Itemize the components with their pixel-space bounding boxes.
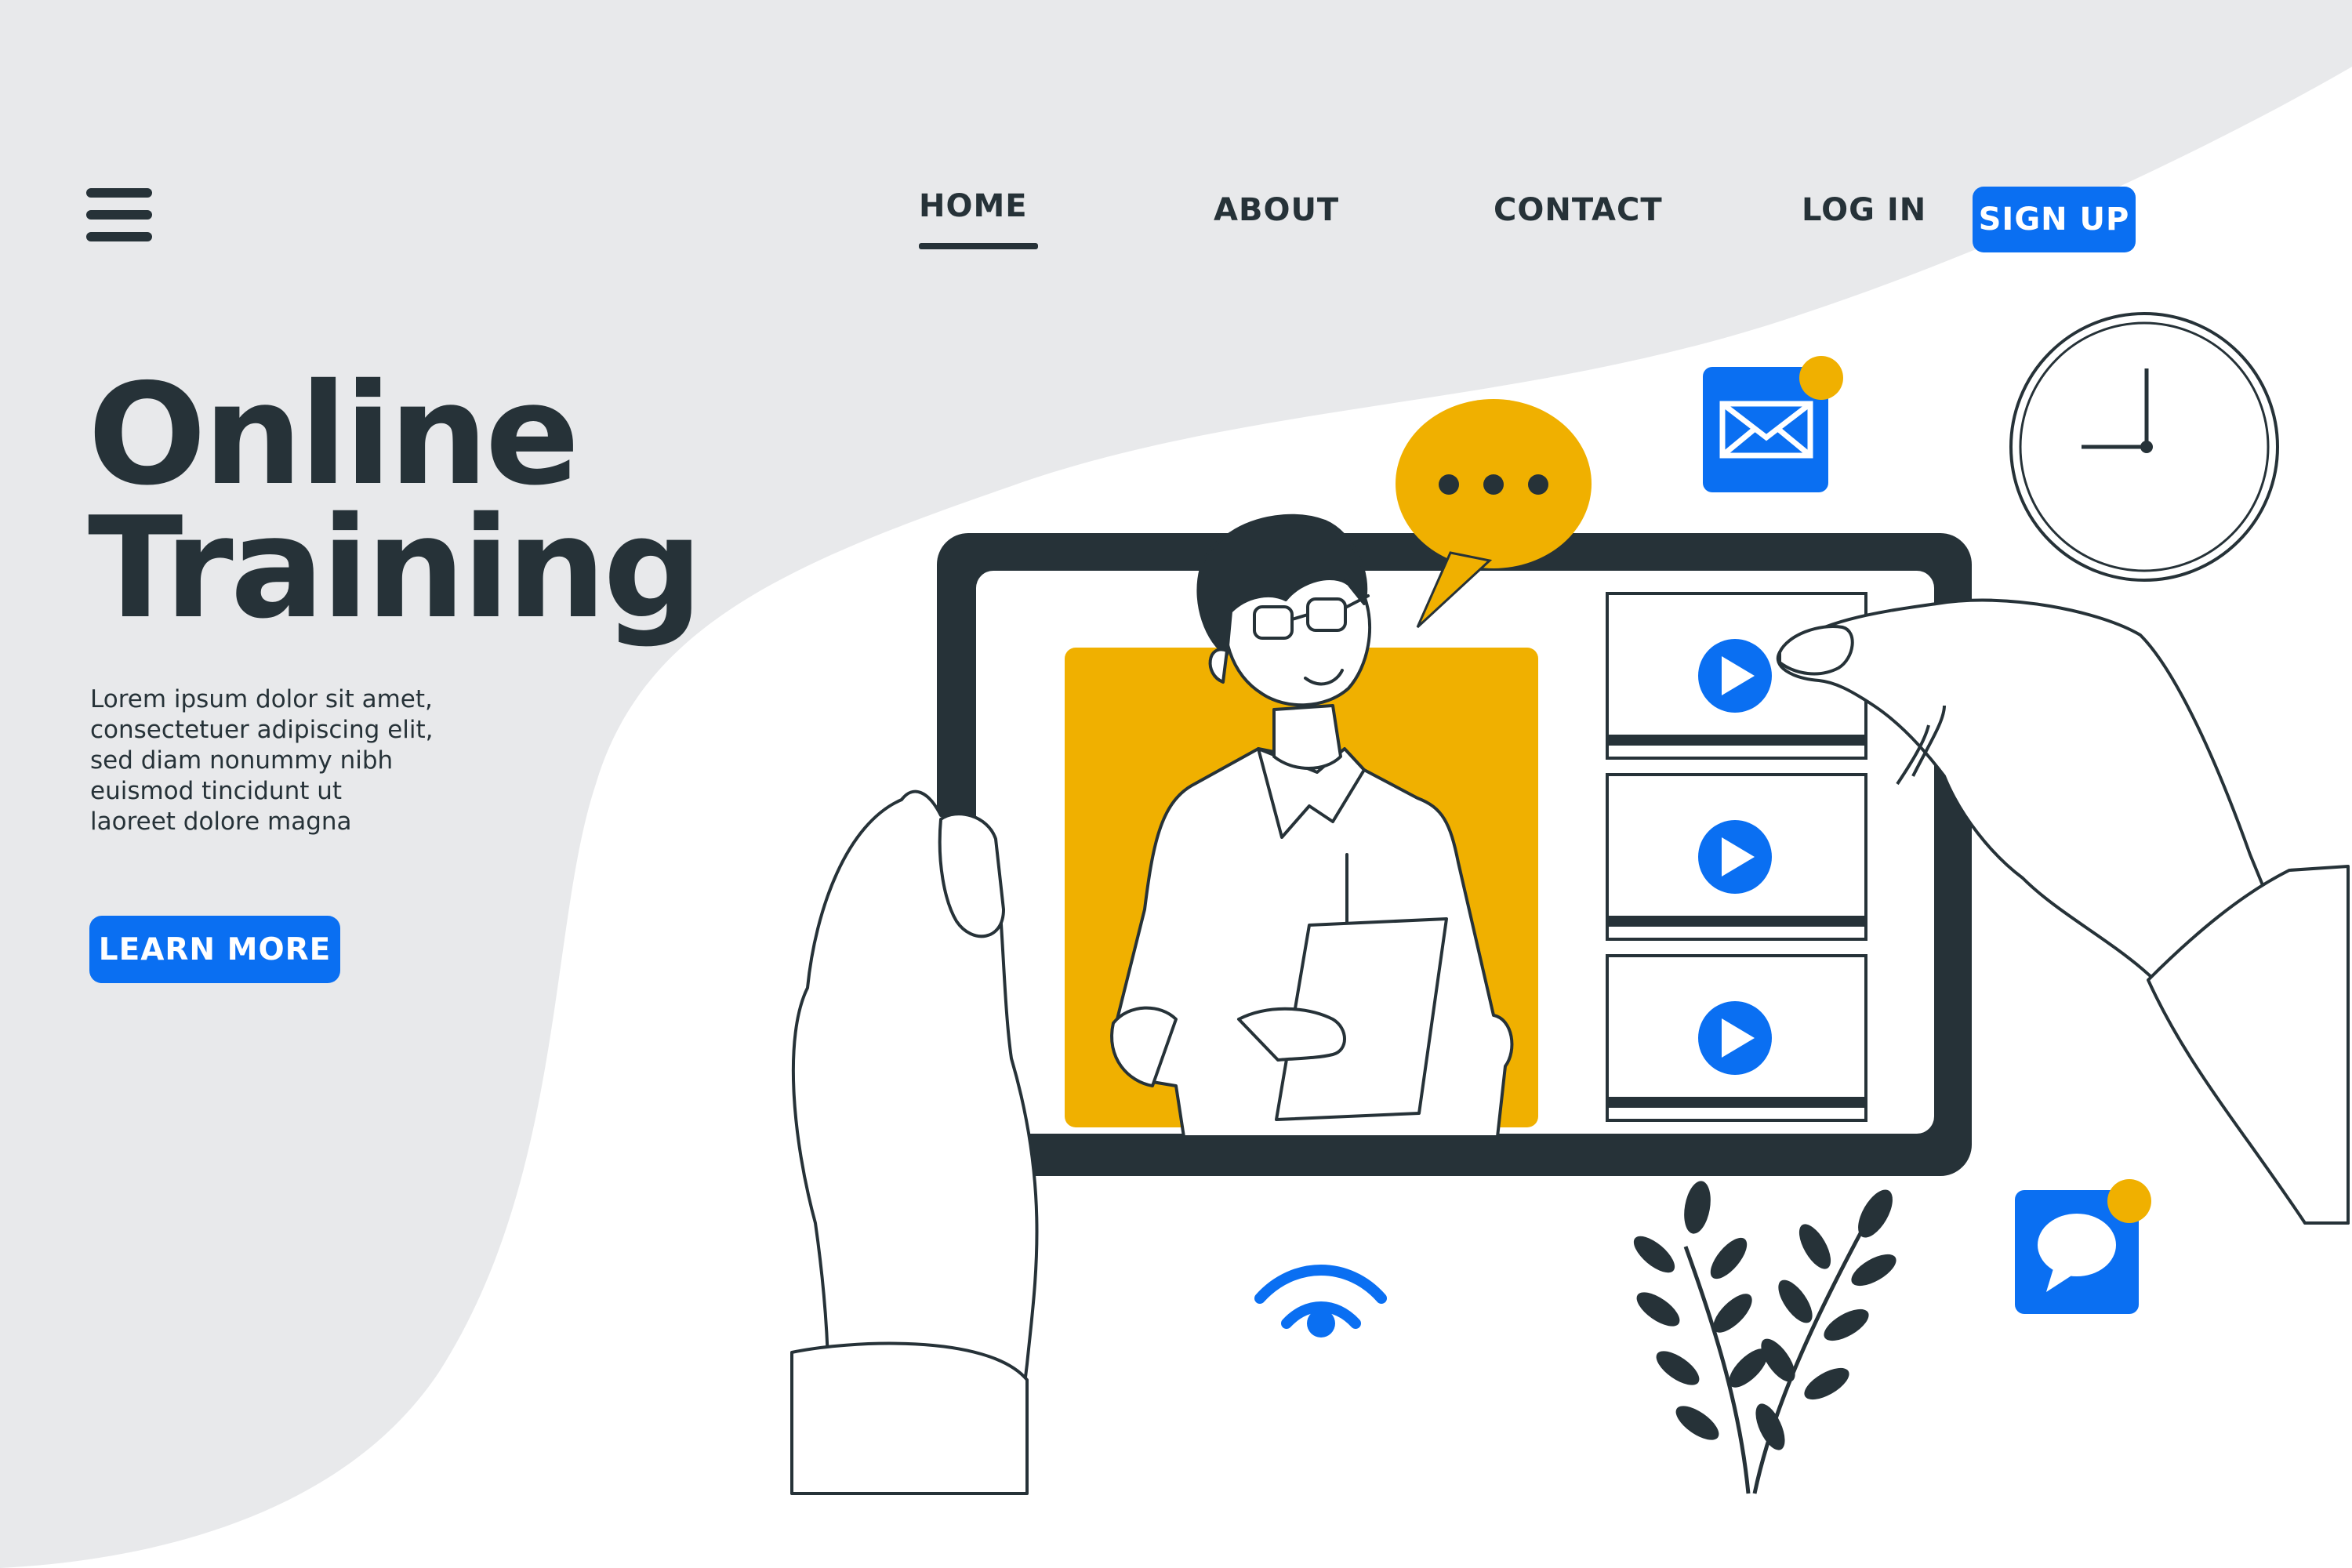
video-item: [1606, 773, 1867, 941]
wifi-icon: [1254, 1265, 1387, 1338]
clock-icon: [2009, 312, 2279, 582]
message-icon: [2015, 1179, 2151, 1314]
left-hand: [790, 789, 1039, 1495]
plant-icon: [1633, 1181, 1896, 1494]
hero-illustration: [790, 312, 2350, 1495]
video-item: [1606, 954, 1867, 1122]
mail-icon: [1703, 356, 1843, 492]
